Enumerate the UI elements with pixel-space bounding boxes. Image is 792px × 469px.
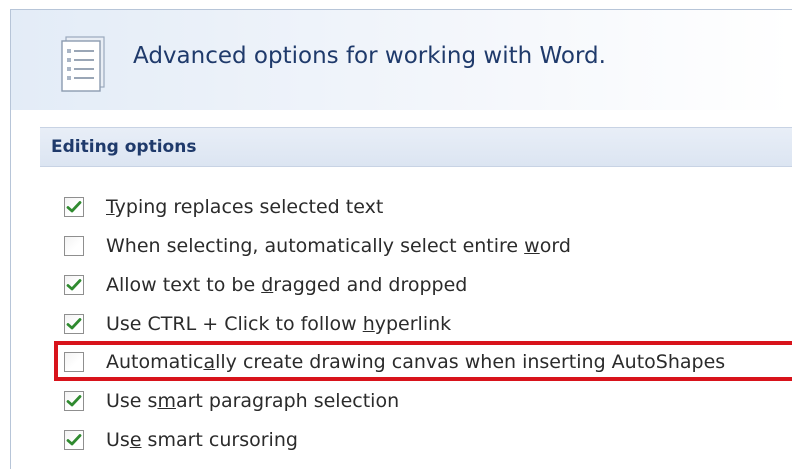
option-label: Typing replaces selected text (106, 196, 384, 218)
highlight-box (54, 341, 792, 381)
option-label: Allow text to be dragged and dropped (106, 274, 468, 296)
option-smart-paragraph[interactable]: Use smart paragraph selection (64, 388, 399, 414)
document-list-icon (58, 33, 118, 95)
option-label: When selecting, automatically select ent… (106, 235, 571, 257)
access-key: e (129, 429, 142, 451)
option-ctrl-click-hyperlink[interactable]: Use CTRL + Click to follow hyperlink (64, 311, 451, 337)
checkmark-icon (66, 434, 82, 446)
checkmark-icon (66, 318, 82, 330)
option-label: Use smart cursoring (106, 429, 298, 451)
checkbox-smart-cursoring[interactable] (64, 430, 84, 450)
checkbox-drag-drop[interactable] (64, 275, 84, 295)
checkbox-select-entire-word[interactable] (64, 236, 84, 256)
checkbox-smart-paragraph[interactable] (64, 391, 84, 411)
option-typing-replaces[interactable]: Typing replaces selected text (64, 194, 383, 220)
checkmark-icon (66, 201, 82, 213)
checkmark-icon (66, 395, 82, 407)
option-select-entire-word[interactable]: When selecting, automatically select ent… (64, 233, 571, 259)
section-title: Editing options (51, 137, 197, 157)
access-key: T (106, 196, 115, 218)
section-header-editing-options: Editing options (40, 127, 792, 167)
access-key: m (157, 390, 176, 412)
checkmark-icon (66, 279, 82, 291)
checkbox-typing-replaces[interactable] (64, 197, 84, 217)
checkbox-ctrl-click-hyperlink[interactable] (64, 314, 84, 334)
access-key: w (524, 235, 540, 257)
option-smart-cursoring[interactable]: Use smart cursoring (64, 427, 298, 453)
options-header: Advanced options for working with Word. (11, 10, 792, 110)
page-title: Advanced options for working with Word. (133, 43, 606, 69)
option-label: Use CTRL + Click to follow hyperlink (106, 313, 452, 335)
option-label: Use smart paragraph selection (106, 390, 400, 412)
access-key: d (261, 274, 274, 296)
access-key: h (362, 313, 375, 335)
option-drag-drop[interactable]: Allow text to be dragged and dropped (64, 272, 467, 298)
